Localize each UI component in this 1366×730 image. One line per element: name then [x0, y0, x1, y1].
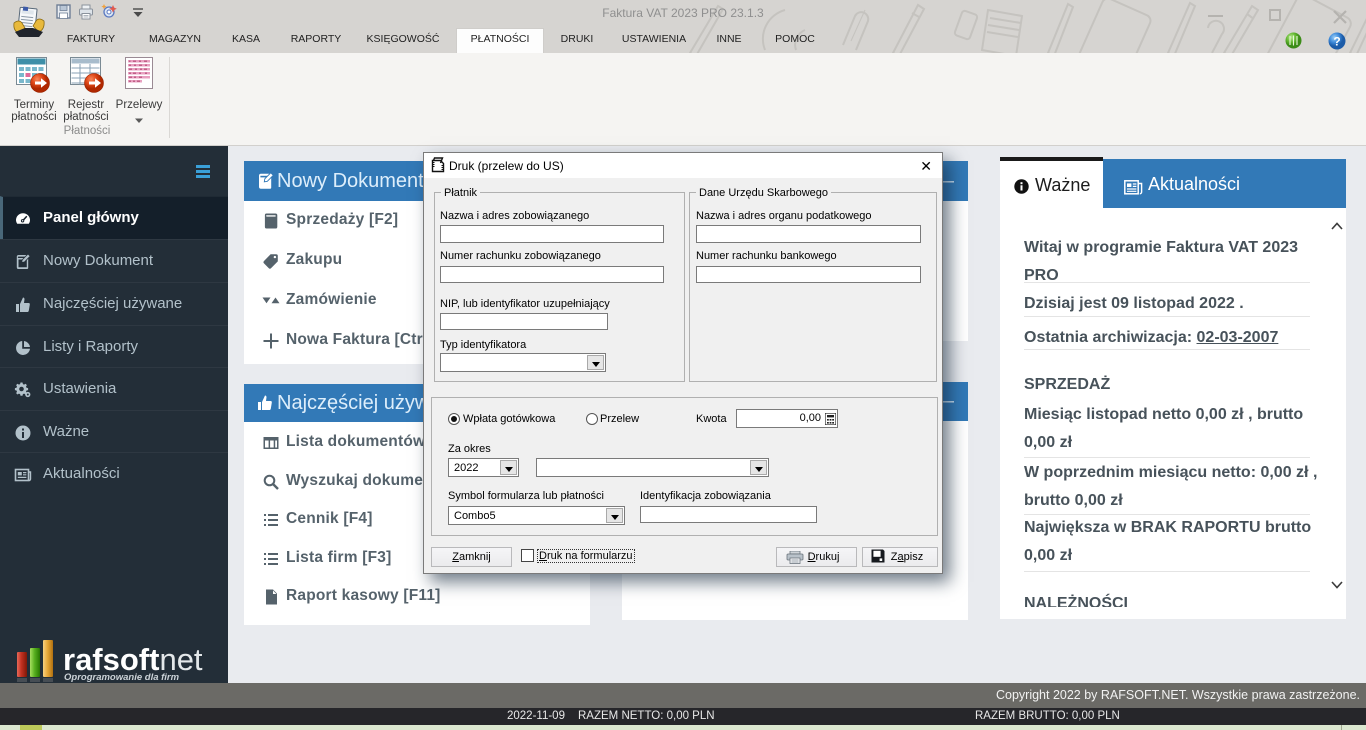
svg-text:Oprogramowanie dla firm: Oprogramowanie dla firm — [64, 672, 180, 682]
svg-text:?: ? — [1333, 35, 1340, 49]
